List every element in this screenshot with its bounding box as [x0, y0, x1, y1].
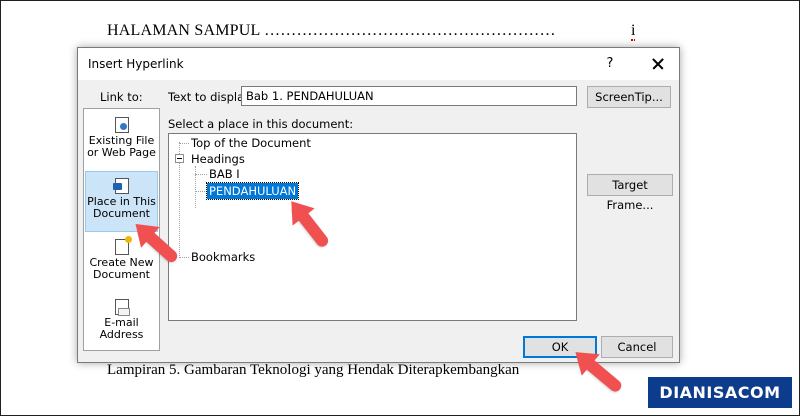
place-in-document-icon	[112, 178, 129, 194]
create-new-document-icon	[114, 236, 132, 255]
document-places-tree: Top of the Document Headings BAB I PENDA…	[168, 133, 577, 321]
existing-file-icon	[114, 117, 129, 133]
dialog-title: Insert Hyperlink	[88, 57, 184, 71]
document-footer-text: Lampiran 5. Gambaran Teknologi yang Hend…	[107, 362, 520, 378]
close-icon[interactable]	[646, 52, 670, 76]
screentip-button[interactable]: ScreenTip...	[587, 86, 671, 108]
tree-connector	[195, 174, 207, 175]
sidebar-item-existing-file[interactable]: Existing File or Web Page	[85, 111, 158, 172]
tree-item-bookmarks[interactable]: Bookmarks	[191, 249, 255, 265]
tree-connector	[179, 143, 189, 144]
cancel-button[interactable]: Cancel	[601, 336, 673, 358]
select-place-label: Select a place in this document:	[168, 117, 354, 131]
tree-connector	[179, 257, 189, 258]
sidebar-item-label: Document	[93, 268, 150, 281]
watermark-logo: DIANISACOM	[648, 377, 792, 408]
help-button[interactable]: ?	[600, 54, 620, 74]
tree-item-top-of-document[interactable]: Top of the Document	[191, 135, 311, 151]
text-to-display-input[interactable]	[241, 86, 577, 106]
document-page-number: i	[631, 22, 636, 41]
document-heading: HALAMAN SAMPUL ………………………………………………	[107, 22, 556, 39]
sidebar-item-email-address[interactable]: E-mail Address	[85, 293, 158, 354]
tree-item-pendahuluan[interactable]: PENDAHULUAN	[205, 182, 300, 200]
tree-item-headings[interactable]: Headings	[191, 151, 245, 167]
tree-item-bab-i[interactable]: BAB I	[209, 166, 240, 182]
sidebar-item-label: or Web Page	[87, 146, 156, 159]
email-address-icon	[114, 299, 130, 316]
target-frame-button[interactable]: Target Frame...	[587, 174, 673, 212]
dialog-titlebar: Insert Hyperlink ?	[78, 48, 679, 80]
insert-hyperlink-dialog: Insert Hyperlink ? Link to: Existing Fil…	[77, 47, 680, 363]
collapse-icon[interactable]	[175, 154, 184, 163]
tree-connector	[195, 166, 196, 208]
sidebar-item-label: Address	[99, 328, 144, 341]
link-to-label: Link to:	[100, 90, 143, 104]
tree-connector	[195, 191, 207, 192]
